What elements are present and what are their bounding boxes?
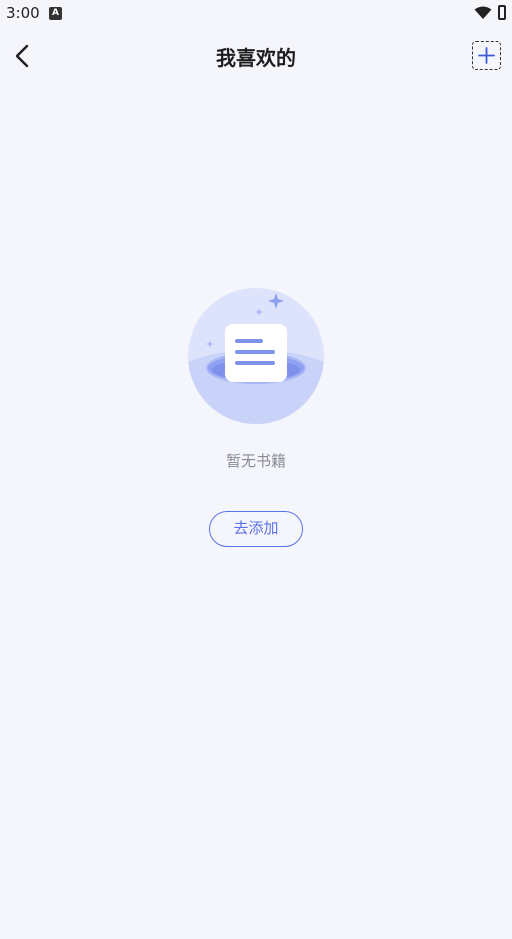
empty-document-illustration [188, 288, 324, 424]
battery-charging-icon [498, 5, 506, 20]
wifi-icon [474, 6, 492, 19]
status-bar: 3:00 A [0, 0, 512, 28]
empty-message: 暂无书籍 [225, 452, 286, 470]
a-icon: A [49, 7, 62, 20]
plus-icon [478, 47, 495, 64]
status-time: 3:00 [6, 4, 40, 22]
app-bar: 我喜欢的 [0, 28, 512, 84]
page-title: 我喜欢的 [216, 46, 296, 70]
add-button[interactable] [472, 41, 501, 70]
go-add-button[interactable]: 去添加 [209, 511, 303, 547]
